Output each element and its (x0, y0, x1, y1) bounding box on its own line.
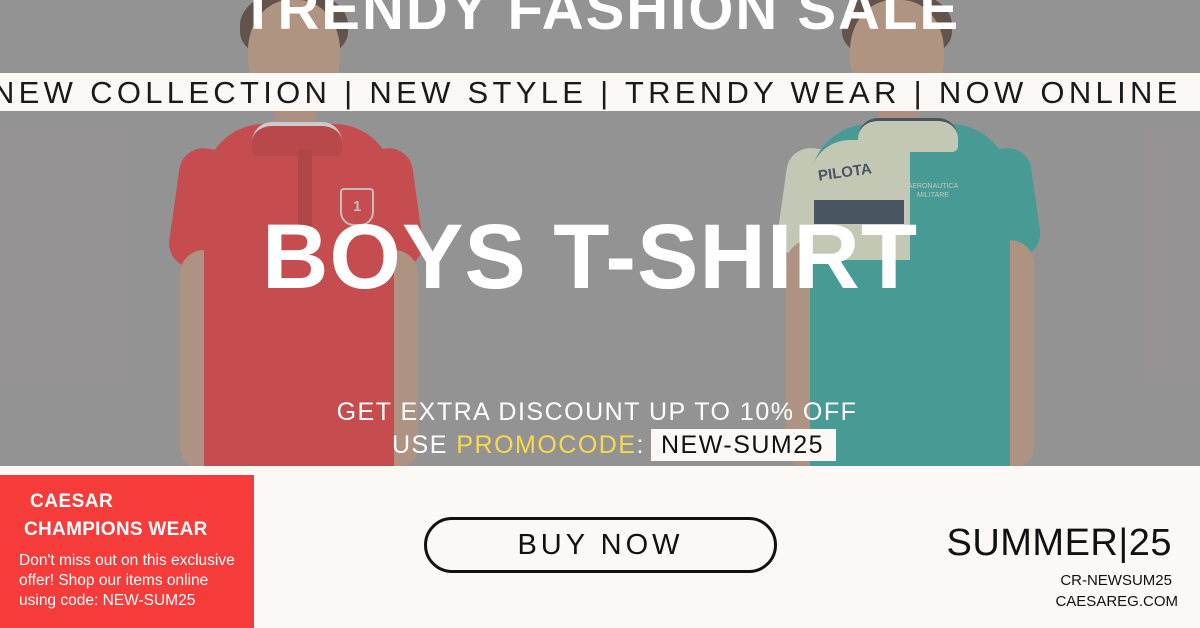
promo-prefix: USE (392, 430, 457, 459)
promo-code: NEW-SUM25 (651, 429, 837, 461)
promo-colon: : (636, 430, 645, 459)
hero-banner: 1 PILOTA AERONAUTICA MILITARE TRENDY FAS… (0, 0, 1200, 466)
ticker-strip: NEW COLLECTION | NEW STYLE | TRENDY WEAR… (0, 73, 1200, 111)
headline: BOYS T-SHIRT (261, 206, 919, 308)
brand-name-line2: CHAMPIONS WEAR (24, 519, 208, 540)
discount-text: GET EXTRA DISCOUNT UP TO 10% OFF (336, 398, 858, 426)
promo-highlight: PROMOCODE (456, 430, 637, 459)
season-label: SUMMER|25 (946, 522, 1172, 564)
promo-line: USE PROMOCODE : NEW-SUM25 (392, 429, 837, 461)
footer-code: CR-NEWSUM25 (1060, 572, 1172, 589)
ticker-text: NEW COLLECTION | NEW STYLE | TRENDY WEAR… (0, 75, 1182, 110)
website-link[interactable]: CAESAREG.COM (1055, 593, 1178, 610)
buy-now-button[interactable]: BUY NOW (424, 517, 777, 573)
sale-title: TRENDY FASHION SALE (239, 0, 961, 42)
brand-name-line1: CAESAR (30, 491, 114, 512)
offer-text: Don't miss out on this exclusive offer! … (19, 552, 235, 609)
brand-panel: CAESAR CHAMPIONS WEAR Don't miss out on … (0, 475, 254, 628)
